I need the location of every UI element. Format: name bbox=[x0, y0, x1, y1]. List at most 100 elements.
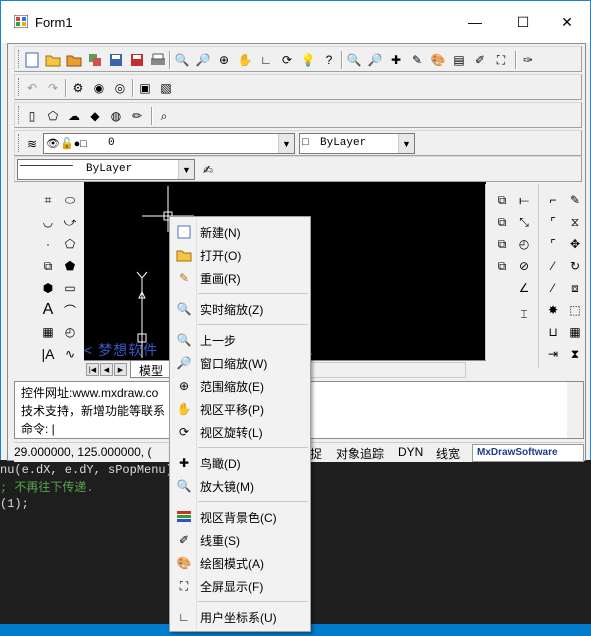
fillet2-icon[interactable]: ⌜ bbox=[543, 234, 563, 254]
globe-icon[interactable]: ◍ bbox=[107, 107, 125, 125]
save-icon[interactable] bbox=[107, 51, 125, 69]
toolbar-grip[interactable] bbox=[18, 50, 21, 68]
linetype-combo[interactable]: ──────── ByLayer ▼ bbox=[17, 159, 195, 180]
circle-icon[interactable]: ◴ bbox=[60, 322, 80, 342]
menu-item-window-zoom[interactable]: 🔎 窗口缩放(W) bbox=[172, 352, 308, 374]
cloud-icon[interactable]: ☁ bbox=[65, 107, 83, 125]
palette-icon[interactable]: 🎨 bbox=[429, 51, 447, 69]
chevron-down-icon[interactable]: ▼ bbox=[278, 134, 294, 153]
pdf-icon[interactable]: ▣ bbox=[136, 79, 154, 97]
dim-ordinate-icon[interactable]: ⌶ bbox=[514, 304, 534, 324]
chevron-down-icon[interactable]: ▼ bbox=[178, 160, 194, 179]
background-color-icon[interactable]: ▤ bbox=[450, 51, 468, 69]
redraw-icon[interactable]: ✎ bbox=[408, 51, 426, 69]
ucs-icon[interactable]: ∟ bbox=[257, 51, 275, 69]
properties-icon[interactable]: ⚙ bbox=[69, 79, 87, 97]
magnifier-icon[interactable]: 🔎 bbox=[366, 51, 384, 69]
mirror-obj-icon[interactable]: ⧖ bbox=[565, 212, 585, 232]
tab-next-button[interactable]: ▶ bbox=[114, 363, 127, 376]
saveas-icon[interactable] bbox=[128, 51, 146, 69]
cloud-rect-icon[interactable]: ⬠ bbox=[44, 107, 62, 125]
image-icon[interactable]: ▧ bbox=[157, 79, 175, 97]
render2-icon[interactable]: ◎ bbox=[111, 79, 129, 97]
group3-icon[interactable]: ⧉ bbox=[492, 256, 512, 276]
match-properties-icon[interactable]: ✍ bbox=[199, 161, 217, 179]
fillet-icon[interactable]: ⌐ bbox=[543, 190, 563, 210]
zoom-realtime-icon[interactable]: 🔍 bbox=[173, 51, 191, 69]
tab-first-button[interactable]: |◀ bbox=[86, 363, 99, 376]
zoom-extents-icon[interactable]: ⊕ bbox=[215, 51, 233, 69]
spline-icon[interactable]: ◡ bbox=[38, 212, 58, 232]
hatch-icon[interactable]: ▦ bbox=[38, 322, 58, 342]
maximize-button[interactable]: ☐ bbox=[503, 6, 543, 38]
region-icon[interactable]: ⬟ bbox=[60, 256, 80, 276]
status-snap-button[interactable]: 捉 bbox=[310, 445, 322, 462]
redo-icon[interactable]: ↷ bbox=[44, 79, 62, 97]
menu-item-realtime-zoom[interactable]: 🔍 实时缩放(Z) bbox=[172, 298, 308, 320]
toolbar-grip[interactable] bbox=[18, 78, 21, 96]
block-icon[interactable]: ⧉ bbox=[38, 256, 58, 276]
polyline-icon[interactable]: ⌗ bbox=[38, 190, 58, 210]
layer-manager-icon[interactable]: ≋ bbox=[23, 135, 41, 153]
open-dwg-icon[interactable] bbox=[65, 51, 83, 69]
toolbar-grip[interactable] bbox=[18, 134, 21, 152]
menu-item-rotate-view[interactable]: ⟳ 视区旋转(L) bbox=[172, 421, 308, 443]
draw-mode-icon[interactable]: ✑ bbox=[519, 51, 537, 69]
shape-icon[interactable]: ◆ bbox=[86, 107, 104, 125]
menu-item-open[interactable]: 打开(O) bbox=[172, 244, 308, 266]
menu-item-draw-mode[interactable]: 🎨 绘图模式(A) bbox=[172, 552, 308, 574]
dim-angular-icon[interactable]: ∠ bbox=[514, 278, 534, 298]
help-icon[interactable]: ? bbox=[320, 51, 338, 69]
text-icon[interactable]: ▯ bbox=[23, 107, 41, 125]
fullscreen-icon[interactable]: ⛶ bbox=[492, 51, 510, 69]
color-combo[interactable]: □ ByLayer ▼ bbox=[299, 133, 415, 154]
status-otrack-button[interactable]: 对象追踪 bbox=[336, 445, 384, 462]
menu-item-pan[interactable]: ✋ 视区平移(P) bbox=[172, 398, 308, 420]
arc-icon[interactable]: ⤻ bbox=[60, 212, 80, 232]
move-icon[interactable]: ✥ bbox=[565, 234, 585, 254]
menu-item-previous[interactable]: 🔍 上一步 bbox=[172, 329, 308, 351]
undo-icon[interactable]: ↶ bbox=[23, 79, 41, 97]
chamfer-icon[interactable]: ⌜ bbox=[543, 212, 563, 232]
rotate-icon[interactable]: ↻ bbox=[565, 256, 585, 276]
menu-item-redraw[interactable]: ✎ 重画(R) bbox=[172, 267, 308, 289]
layer-combo[interactable]: 👁🔓●□ 0 ▼ bbox=[43, 133, 295, 154]
command-input[interactable]: 命令: | bbox=[21, 420, 55, 437]
tab-model[interactable]: 模型 bbox=[130, 361, 173, 378]
toolbar-grip[interactable] bbox=[18, 106, 21, 124]
insert-block-icon[interactable] bbox=[86, 51, 104, 69]
command-scrollbar[interactable] bbox=[567, 382, 583, 438]
region2-icon[interactable]: ⬢ bbox=[38, 278, 58, 298]
explode-icon[interactable]: ✸ bbox=[543, 300, 563, 320]
print-icon[interactable] bbox=[149, 51, 167, 69]
dim-angle-icon[interactable]: ◴ bbox=[514, 234, 534, 254]
ellipse-icon[interactable]: ⬭ bbox=[60, 190, 80, 210]
pan-icon[interactable]: ✋ bbox=[236, 51, 254, 69]
text-icon[interactable]: A bbox=[38, 300, 58, 320]
arc2-icon[interactable]: ⌒ bbox=[60, 300, 80, 320]
rectangle-icon[interactable]: ▭ bbox=[60, 278, 80, 298]
open-icon[interactable] bbox=[44, 51, 62, 69]
array-icon[interactable]: ▦ bbox=[565, 322, 585, 342]
menu-item-magnifier[interactable]: 🔍 放大镜(M) bbox=[172, 475, 308, 497]
extend-icon[interactable]: ⁄ bbox=[543, 278, 563, 298]
group-icon[interactable]: ⧉ bbox=[492, 212, 512, 232]
line-weight-icon[interactable]: ✐ bbox=[471, 51, 489, 69]
trim-icon[interactable]: ⁄ bbox=[543, 256, 563, 276]
render-icon[interactable]: ◉ bbox=[90, 79, 108, 97]
polygon-icon[interactable]: ⬠ bbox=[60, 234, 80, 254]
menu-item-aerial-view[interactable]: ✚ 鸟瞰(D) bbox=[172, 452, 308, 474]
measure-icon[interactable]: ⌕ bbox=[155, 107, 173, 125]
brush-icon[interactable]: ✎ bbox=[565, 190, 585, 210]
scale-icon[interactable]: ⧈ bbox=[565, 278, 585, 298]
mtext-icon[interactable]: |A bbox=[38, 344, 58, 364]
menu-item-background-color[interactable]: 视区背景色(C) bbox=[172, 506, 308, 528]
menu-item-fullscreen[interactable]: ⛶ 全屏显示(F) bbox=[172, 575, 308, 597]
menu-item-extents-zoom[interactable]: ⊕ 范围缩放(E) bbox=[172, 375, 308, 397]
close-button[interactable]: ✕ bbox=[547, 6, 587, 38]
rotate-view-icon[interactable]: ⟳ bbox=[278, 51, 296, 69]
status-dyn-button[interactable]: DYN bbox=[398, 445, 423, 459]
mirror-icon[interactable]: ⧗ bbox=[565, 344, 585, 364]
menu-item-line-weight[interactable]: ✐ 线重(S) bbox=[172, 529, 308, 551]
crosshair-icon[interactable]: ✚ bbox=[387, 51, 405, 69]
